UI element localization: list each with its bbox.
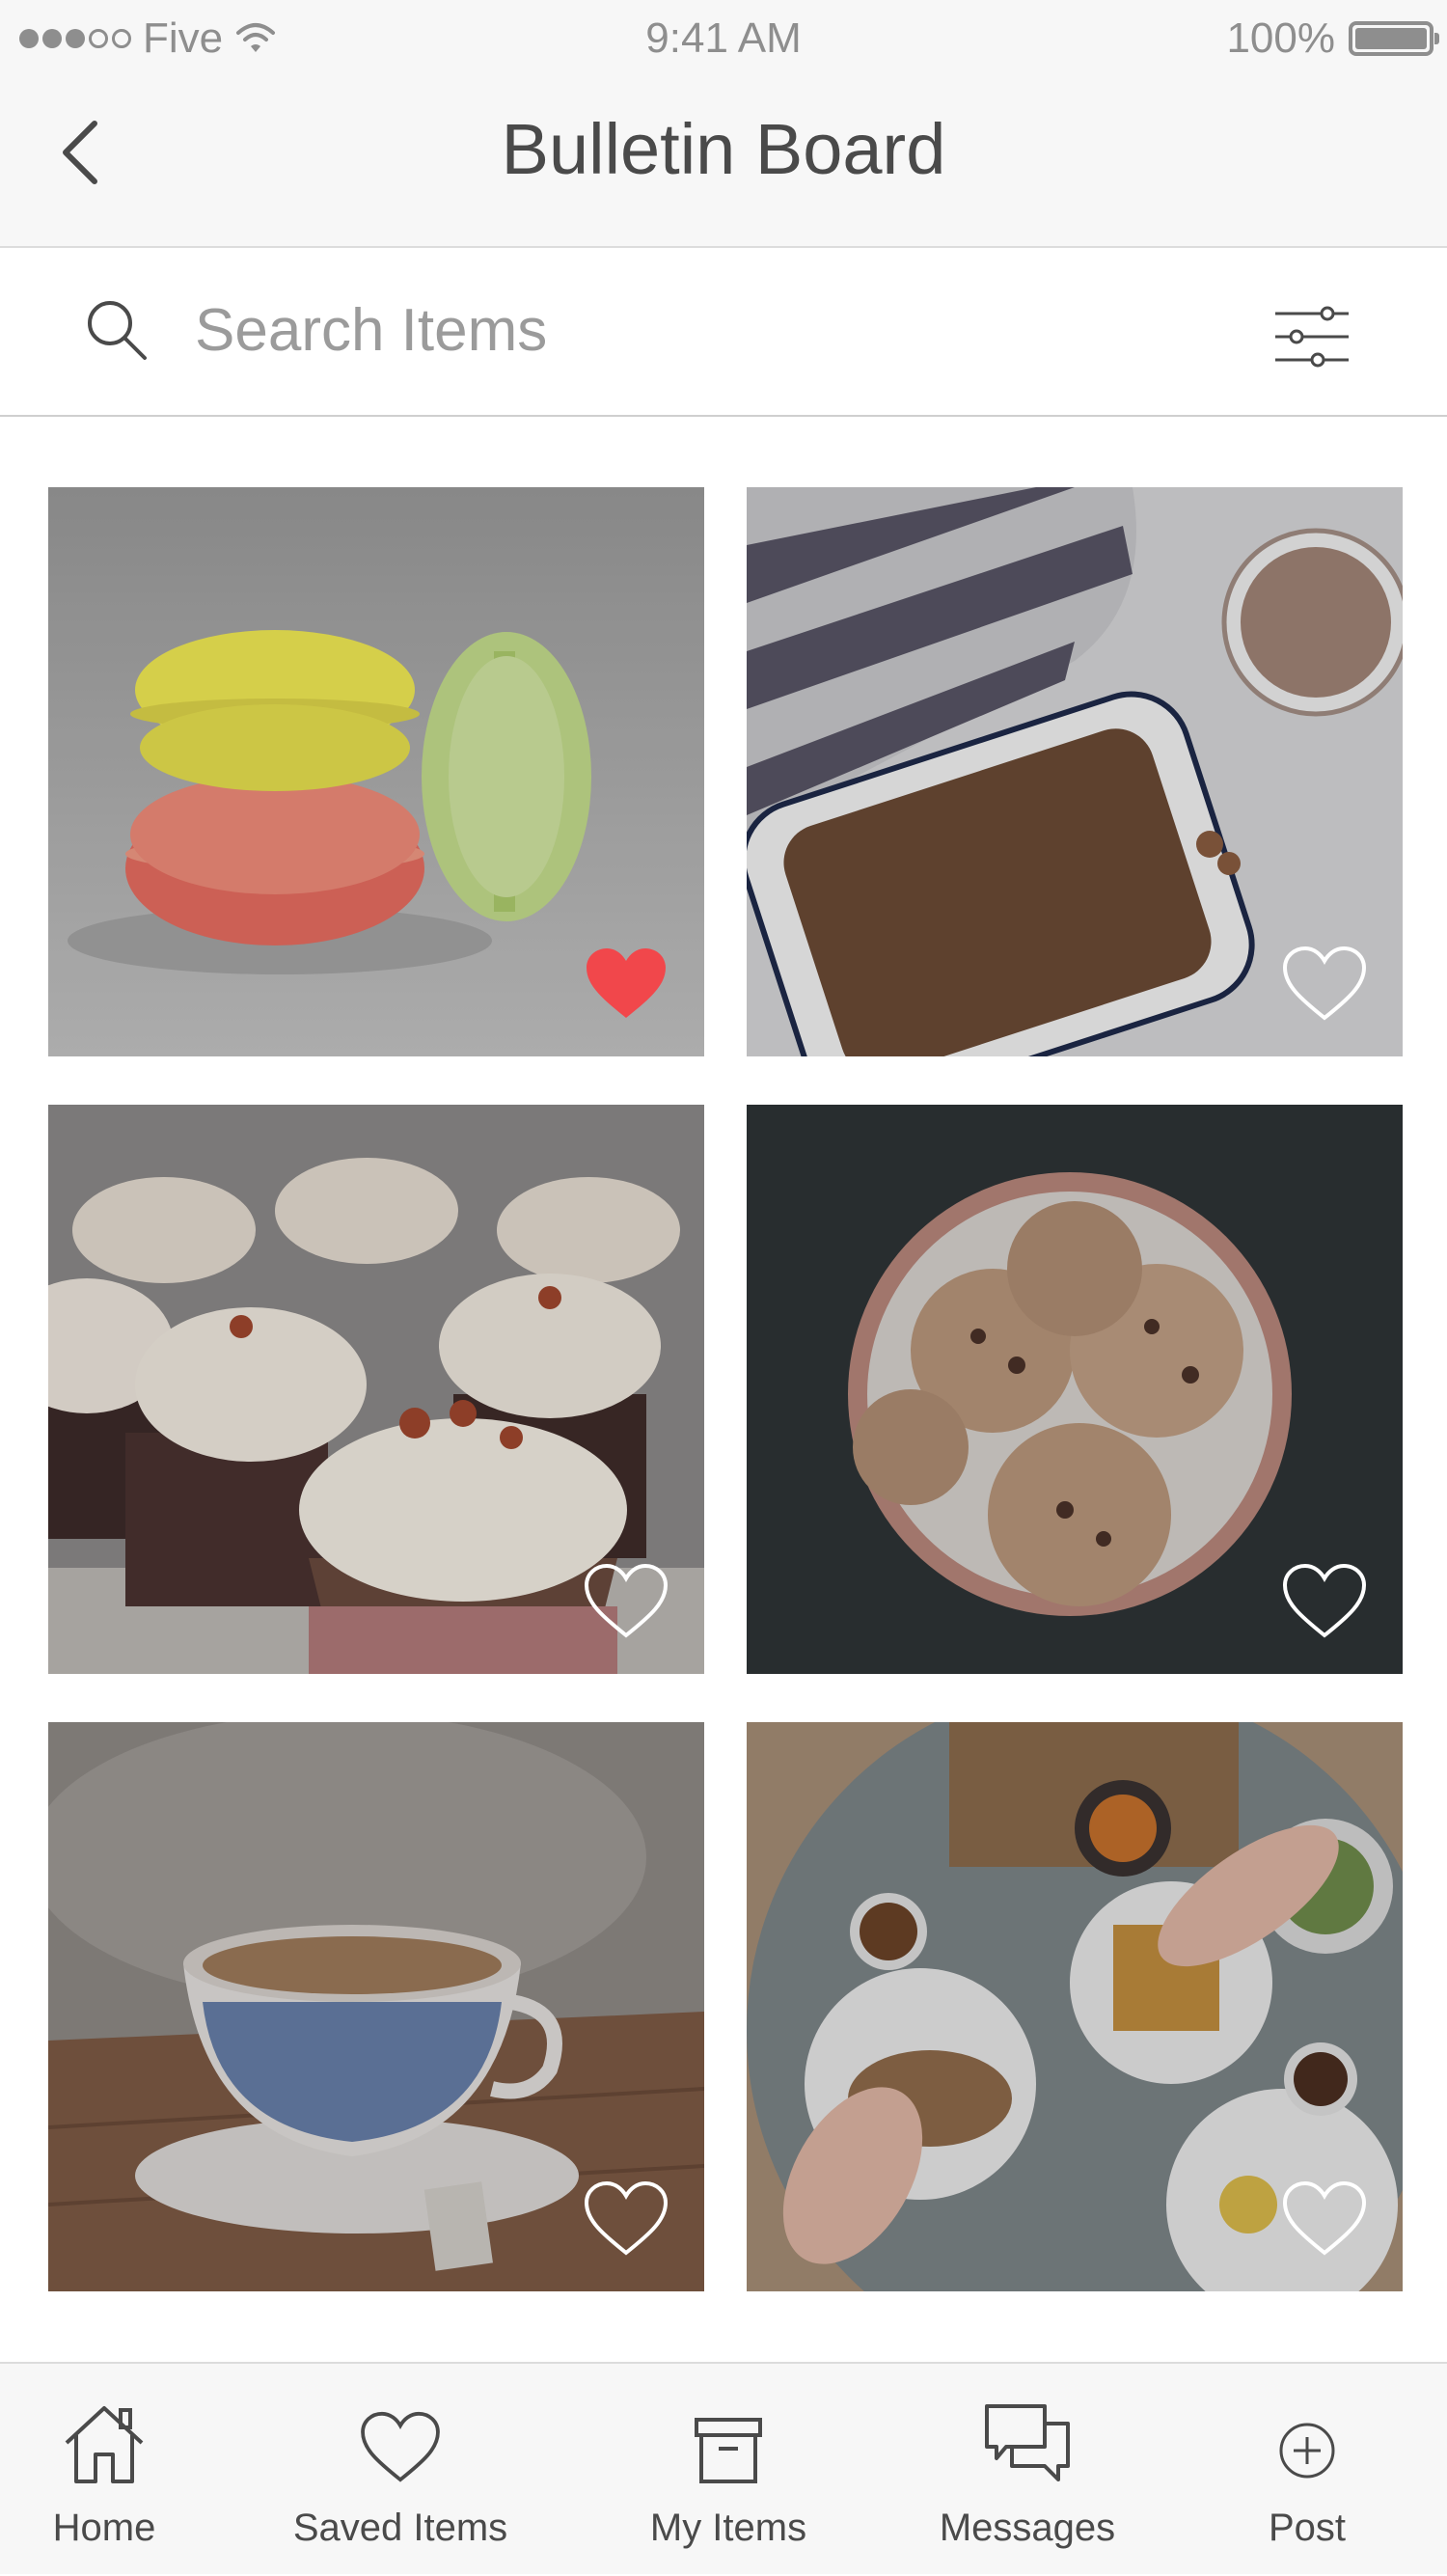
favorite-heart-icon[interactable] [583,2179,669,2257]
tab-messages[interactable]: Messages [916,2364,1138,2576]
favorite-heart-icon[interactable] [1281,2179,1368,2257]
chat-icon [985,2404,1070,2481]
tab-label: Post [1268,2507,1347,2549]
search-bar [0,248,1447,417]
item-card-brunch[interactable] [747,1722,1403,2291]
tab-label: Saved Items [292,2507,508,2549]
search-input[interactable] [195,287,1208,373]
favorite-heart-icon[interactable] [1281,945,1368,1022]
tab-label: My Items [649,2507,807,2549]
tab-label: Home [52,2507,156,2549]
plus-circle-icon [1279,2423,1335,2479]
favorite-heart-icon[interactable] [583,1562,669,1639]
search-icon [88,301,147,360]
page-title: Bulletin Board [501,109,946,189]
item-card-tea[interactable] [48,1722,704,2291]
battery-percent: 100% [1226,14,1335,62]
tab-bar: Home Saved Items My Items Messages Post [0,2362,1447,2574]
tab-my-items[interactable]: My Items [617,2364,839,2576]
sliders-icon [1275,306,1349,368]
tab-saved-items[interactable]: Saved Items [275,2364,526,2576]
filter-button[interactable] [1273,306,1351,372]
tab-label: Messages [939,2507,1116,2549]
item-card-cupcakes[interactable] [48,1105,704,1674]
item-card-cookies[interactable] [747,1105,1403,1674]
item-card-macarons[interactable] [48,487,704,1056]
favorite-heart-icon[interactable] [583,945,669,1022]
box-icon [695,2418,762,2483]
tab-post[interactable]: Post [1220,2364,1394,2576]
status-bar: Five 9:41 AM 100% [0,0,1447,77]
battery-icon [1349,21,1439,56]
heart-icon [361,2411,440,2482]
item-card-granola[interactable] [747,487,1403,1056]
tab-home[interactable]: Home [17,2364,191,2576]
home-icon [65,2406,144,2483]
status-right: 100% [1226,0,1439,77]
navigation-bar: Bulletin Board [0,77,1447,248]
favorite-heart-icon[interactable] [1281,1562,1368,1639]
